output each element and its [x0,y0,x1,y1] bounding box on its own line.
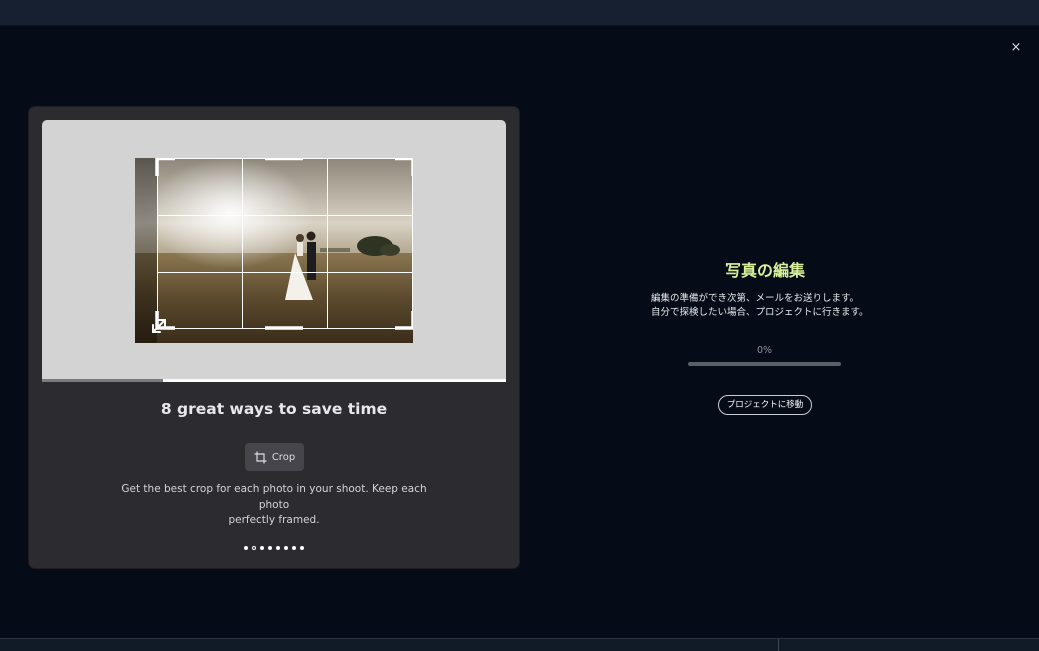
crop-icon [254,451,267,464]
feature-carousel-card: 8 great ways to save time Crop Get the b… [29,107,519,568]
carousel-dot[interactable] [284,546,288,550]
carousel-dot[interactable] [268,546,272,550]
carousel-dot[interactable] [276,546,280,550]
carousel-dot[interactable] [292,546,296,550]
carousel-dots [29,546,519,550]
bottom-bar-divider [778,639,779,651]
feature-preview [42,120,506,382]
wedding-photo-crop-preview [135,158,413,343]
carousel-dot[interactable] [244,546,248,550]
crop-feature-label: Crop [271,451,296,463]
crop-feature-button[interactable]: Crop [245,443,304,471]
bottom-bar [0,638,1039,651]
close-button[interactable]: × [1008,40,1024,56]
status-message-line: 自分で探検したい場合、プロジェクトに行きます。 [651,307,869,318]
slide-progress-track [42,379,506,382]
slide-title: 8 great ways to save time [160,400,388,418]
top-bar [0,0,1039,26]
slide-progress-fill [42,379,163,382]
carousel-dot[interactable] [252,546,256,550]
slide-description-line: perfectly framed. [228,514,320,526]
go-to-project-button[interactable]: プロジェクトに移動 [718,395,812,415]
progress-percent-label: 0% [756,345,773,356]
progress-bar [688,362,841,366]
status-message-line: 編集の準備ができ次第、メールをお送りします。 [651,293,860,304]
slide-description: Get the best crop for each photo in your… [109,482,439,529]
close-icon: × [1010,40,1022,55]
carousel-dot[interactable] [260,546,264,550]
carousel-dot[interactable] [300,546,304,550]
status-title: 写真の編集 [724,261,805,280]
slide-description-line: Get the best crop for each photo in your… [121,483,427,511]
